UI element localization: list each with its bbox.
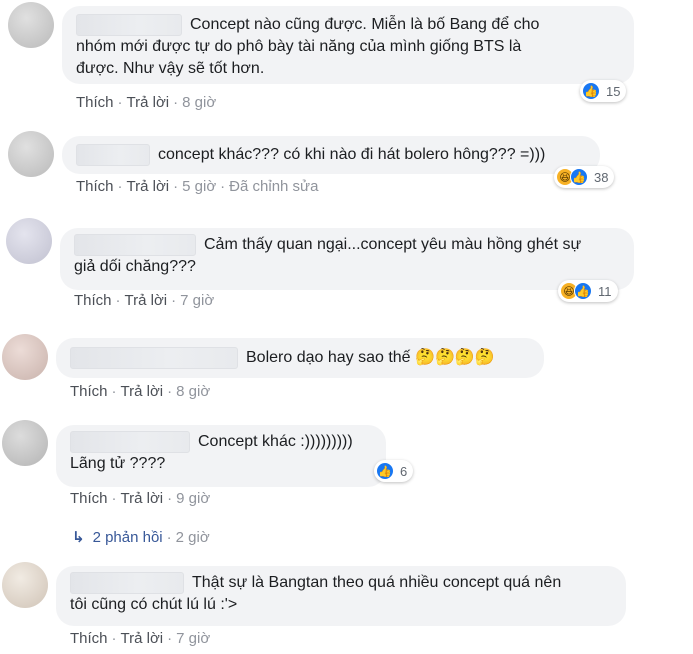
comment-timestamp[interactable]: 9 giờ — [176, 490, 210, 507]
separator: · — [167, 490, 173, 507]
comment-text-line: tôi cũng có chút lú lú :'> — [70, 596, 238, 613]
comment-actions: Thích · Trả lời · 7 giờ — [74, 292, 214, 309]
comment-timestamp[interactable]: 7 giờ — [176, 630, 210, 647]
reaction-summary[interactable]: 😆 👍 11 — [558, 280, 618, 302]
comment-actions: Thích · Trả lời · 7 giờ — [70, 630, 210, 647]
reply-link[interactable]: Trả lời — [121, 490, 164, 507]
comment-text-line: Concept khác :))))))))) — [198, 433, 353, 450]
reaction-summary[interactable]: 😆 👍 38 — [554, 166, 615, 188]
like-link[interactable]: Thích — [76, 94, 114, 111]
separator: · — [111, 490, 117, 507]
redacted-author-name[interactable] — [74, 234, 196, 256]
like-icon: 👍 — [376, 462, 394, 480]
separator: · — [117, 178, 123, 195]
like-link[interactable]: Thích — [70, 490, 108, 507]
like-icon: 👍 — [574, 282, 592, 300]
comment-text-line: concept khác??? có khi nào đi hát bolero… — [158, 146, 546, 163]
separator: · — [220, 178, 226, 195]
avatar[interactable] — [6, 218, 52, 264]
avatar[interactable] — [8, 2, 54, 48]
replies-count-link[interactable]: 2 phản hồi — [93, 529, 163, 546]
comment-bubble: concept khác??? có khi nào đi hát bolero… — [62, 136, 600, 174]
separator: · — [173, 178, 179, 195]
comment-text-line: Lãng tử ???? — [70, 455, 166, 472]
avatar[interactable] — [2, 420, 48, 466]
comment-timestamp[interactable]: 8 giờ — [176, 383, 210, 400]
separator: · — [166, 529, 172, 546]
comment-text-line: nhóm mới được tự do phô bày tài năng của… — [76, 38, 522, 55]
like-link[interactable]: Thích — [70, 383, 108, 400]
redacted-author-name[interactable] — [76, 144, 150, 166]
replies-timestamp: 2 giờ — [175, 529, 210, 546]
reaction-count: 38 — [594, 169, 609, 185]
separator: · — [115, 292, 121, 309]
comment-actions: Thích · Trả lời · 9 giờ — [70, 490, 210, 507]
reaction-count: 11 — [598, 283, 612, 299]
comment-text-line: Thật sự là Bangtan theo quá nhiều concep… — [192, 574, 562, 591]
separator: · — [117, 94, 123, 111]
separator: · — [167, 383, 173, 400]
reaction-count: 15 — [606, 83, 621, 99]
reply-link[interactable]: Trả lời — [121, 383, 164, 400]
comment-text-line: Concept nào cũng được. Miễn là bố Bang đ… — [190, 16, 540, 33]
comment-bubble: Concept nào cũng được. Miễn là bố Bang đ… — [62, 6, 634, 84]
view-replies[interactable]: ↳ 2 phản hồi · 2 giờ — [72, 528, 210, 546]
separator: · — [167, 630, 173, 647]
reaction-count: 6 — [400, 463, 408, 479]
comment-timestamp[interactable]: 5 giờ — [182, 178, 216, 195]
reaction-summary[interactable]: 👍 6 — [374, 460, 414, 482]
comment-text-line: Bolero dạo hay sao thế — [246, 349, 411, 366]
reply-link[interactable]: Trả lời — [125, 292, 168, 309]
comment-bubble: Cảm thấy quan ngại...concept yêu màu hồn… — [60, 228, 634, 290]
redacted-author-name[interactable] — [76, 14, 182, 36]
redacted-author-name[interactable] — [70, 572, 184, 594]
reply-arrow-icon: ↳ — [72, 529, 85, 546]
avatar[interactable] — [2, 562, 48, 608]
comment-actions: Thích · Trả lời · 8 giờ — [76, 94, 216, 111]
avatar[interactable] — [8, 131, 54, 177]
comment-actions: Thích · Trả lời · 5 giờ · Đã chỉnh sửa — [76, 178, 318, 195]
like-icon: 👍 — [582, 82, 600, 100]
separator: · — [111, 630, 117, 647]
comment-text-line: Cảm thấy quan ngại...concept yêu màu hồn… — [204, 236, 582, 253]
comment-timestamp[interactable]: 8 giờ — [182, 94, 216, 111]
comment-bubble: Thật sự là Bangtan theo quá nhiều concep… — [56, 566, 626, 626]
comment-actions: Thích · Trả lời · 8 giờ — [70, 383, 210, 400]
redacted-author-name[interactable] — [70, 347, 238, 369]
like-link[interactable]: Thích — [76, 178, 114, 195]
reply-link[interactable]: Trả lời — [127, 94, 170, 111]
avatar[interactable] — [2, 334, 48, 380]
comment-timestamp[interactable]: 7 giờ — [180, 292, 214, 309]
like-icon: 👍 — [570, 168, 588, 186]
comment-bubble: Bolero dạo hay sao thế 🤔🤔🤔🤔 — [56, 338, 544, 378]
separator: · — [173, 94, 179, 111]
reaction-summary[interactable]: 👍 15 — [580, 80, 627, 102]
comment-text-line: giả dối chăng??? — [74, 258, 196, 275]
edited-label[interactable]: Đã chỉnh sửa — [229, 178, 318, 195]
separator: · — [171, 292, 177, 309]
reply-link[interactable]: Trả lời — [127, 178, 170, 195]
like-link[interactable]: Thích — [70, 630, 108, 647]
comment-text-line: được. Như vậy sẽ tốt hơn. — [76, 60, 265, 77]
reply-link[interactable]: Trả lời — [121, 630, 164, 647]
separator: · — [111, 383, 117, 400]
comment-bubble: Concept khác :))))))))) Lãng tử ???? — [56, 425, 386, 487]
redacted-author-name[interactable] — [70, 431, 190, 453]
like-link[interactable]: Thích — [74, 292, 112, 309]
thinking-emoji: 🤔🤔🤔🤔 — [415, 349, 495, 366]
